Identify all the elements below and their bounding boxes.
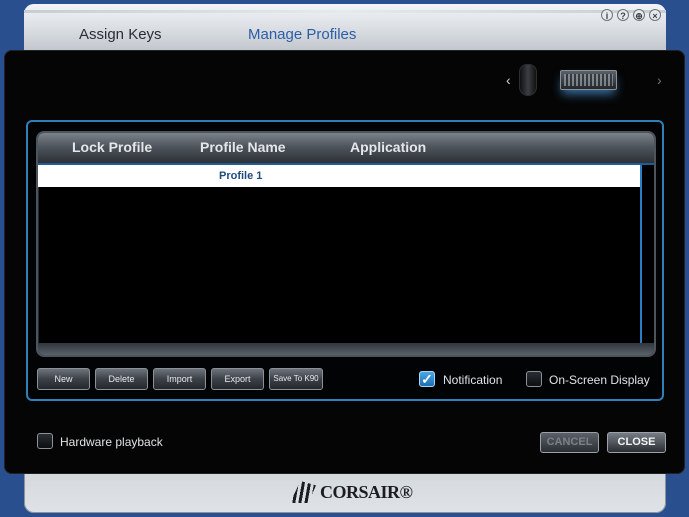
column-application[interactable]: Application [350,139,426,155]
column-lock-profile[interactable]: Lock Profile [72,139,152,155]
help-icon[interactable]: ? [617,9,629,21]
table-scrollbar[interactable] [640,165,654,345]
corsair-logo: CORSAIR® [290,481,413,503]
import-profile-button[interactable]: Import [153,368,206,390]
cancel-button[interactable]: CANCEL [540,432,599,453]
table-header: Lock Profile Profile Name Application [38,133,654,165]
close-button[interactable]: CLOSE [607,432,666,453]
chevron-right-icon[interactable]: › [657,72,662,88]
notification-checkbox[interactable]: ✓ [419,371,435,387]
corsair-sails-icon [290,481,316,503]
close-window-icon[interactable]: × [649,9,661,21]
tab-assign-keys[interactable]: Assign Keys [79,26,162,43]
osd-checkbox[interactable] [526,371,542,387]
hardware-playback-checkbox[interactable] [37,433,53,449]
table-footer [38,343,654,355]
table-row[interactable]: Profile 1 [38,165,640,187]
column-profile-name[interactable]: Profile Name [200,139,286,155]
delete-profile-button[interactable]: Delete [95,368,148,390]
osd-label: On-Screen Display [549,373,650,387]
notification-label: Notification [443,373,503,387]
export-profile-button[interactable]: Export [211,368,264,390]
globe-icon[interactable]: ⊕ [633,9,645,21]
new-profile-button[interactable]: New [37,368,90,390]
chevron-left-icon[interactable]: ‹ [506,72,511,88]
info-icon[interactable]: i [601,9,613,21]
profile-name-cell: Profile 1 [219,170,263,182]
save-to-device-button[interactable]: Save To K90 [269,368,323,390]
table-body: Profile 1 [38,165,640,347]
keyboard-device-icon[interactable] [560,70,617,90]
hardware-playback-label: Hardware playback [60,435,163,449]
logo-text: CORSAIR® [320,481,413,502]
mouse-device-icon[interactable] [519,64,537,96]
tab-manage-profiles[interactable]: Manage Profiles [248,26,356,43]
window-controls: i ? ⊕ × [601,9,661,21]
